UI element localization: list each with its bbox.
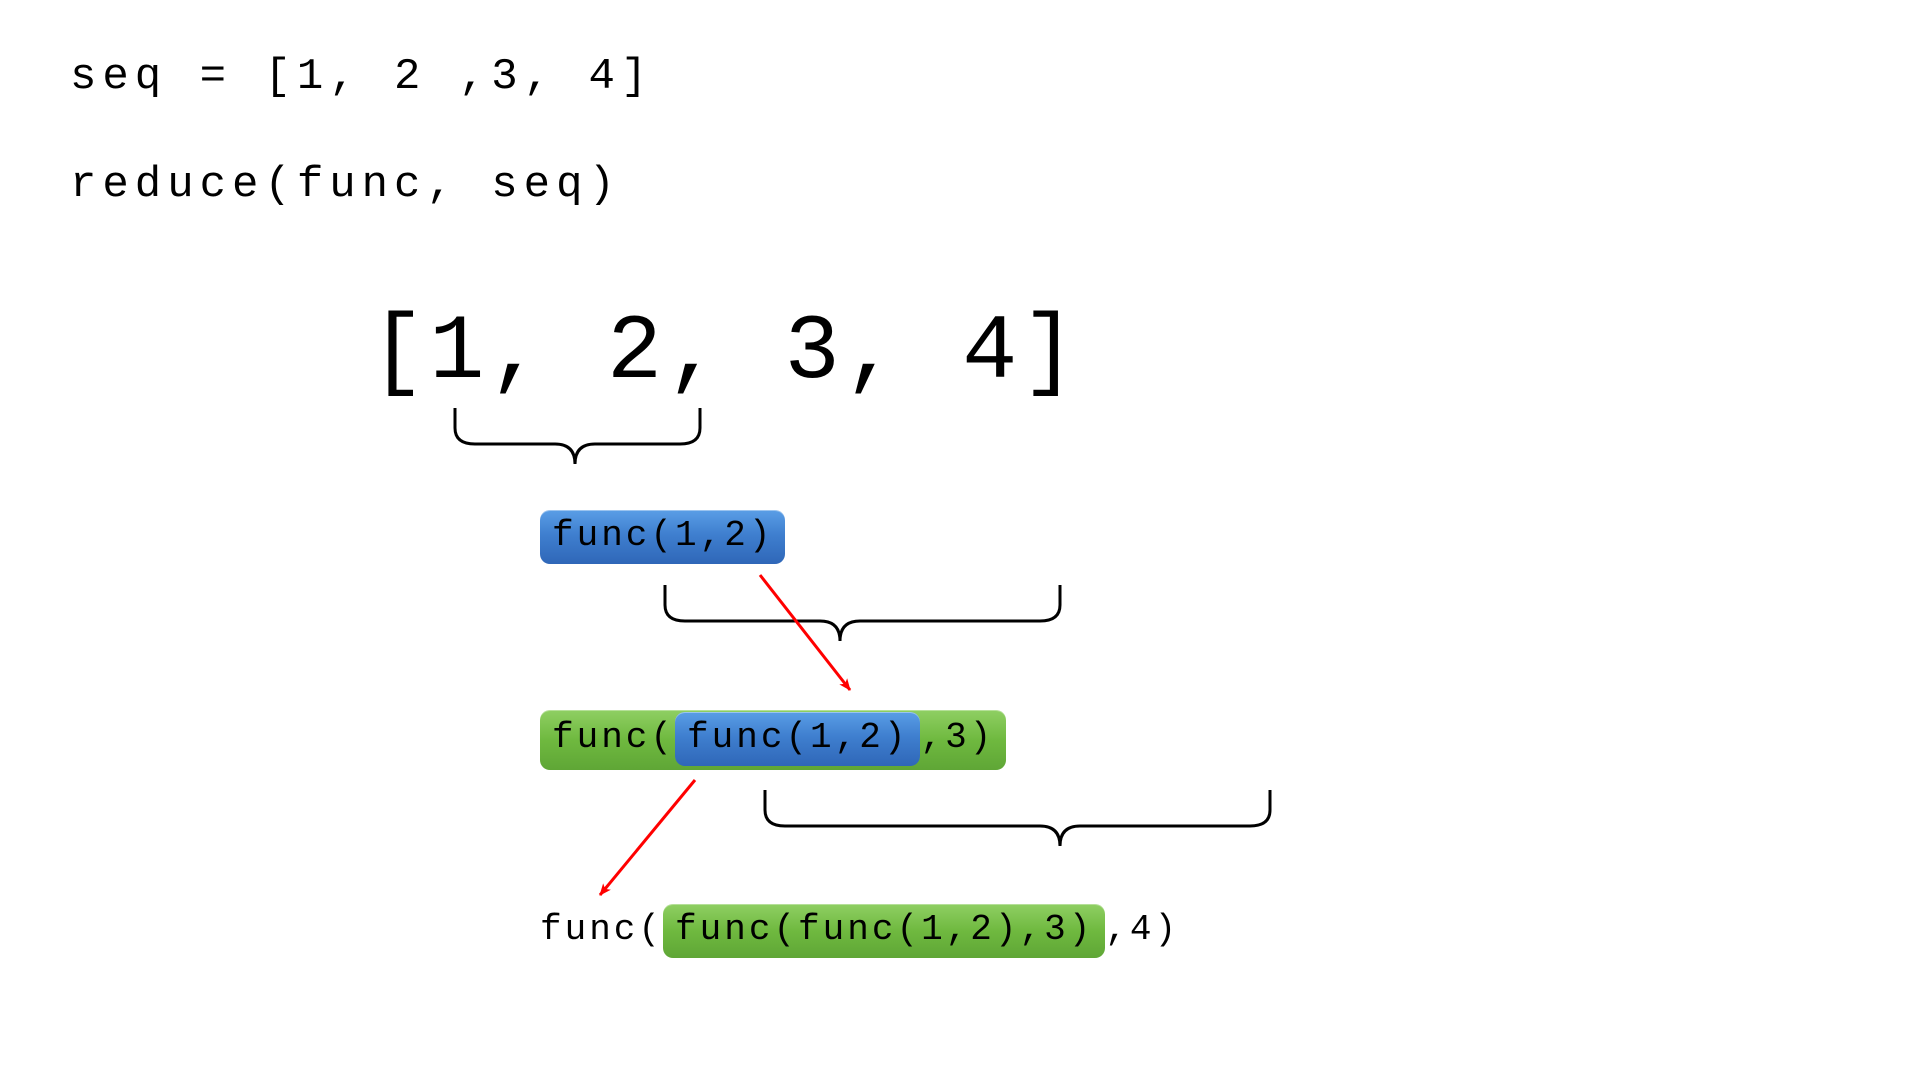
arrow-2: [600, 780, 695, 895]
code-line-reduce: reduce(func, seq): [70, 160, 621, 210]
sequence-display: [1, 2, 3, 4]: [370, 300, 1081, 405]
step2-pill-blue: func(1,2): [675, 712, 920, 766]
step3-suffix: ,4): [1105, 909, 1179, 950]
arrow-1: [760, 575, 850, 690]
brace-2: [665, 585, 1060, 641]
code-line-seq: seq = [1, 2 ,3, 4]: [70, 52, 653, 102]
step1-pill-blue: func(1,2): [540, 510, 785, 564]
step2-suffix: ,3): [920, 717, 994, 758]
brace-3: [765, 790, 1270, 846]
step2-expression: func(func(1,2),3): [540, 710, 1006, 770]
brace-1: [455, 408, 700, 464]
step1-expression: func(1,2): [540, 510, 785, 564]
step2-prefix: func(: [552, 717, 675, 758]
diagram-stage: seq = [1, 2 ,3, 4] reduce(func, seq) [1,…: [0, 0, 1920, 1080]
step3-expression: func(func(func(1,2),3),4): [540, 910, 1179, 952]
step2-pill-green: func(func(1,2),3): [540, 710, 1006, 770]
step3-prefix: func(: [540, 909, 663, 950]
step3-pill-green: func(func(1,2),3): [663, 904, 1105, 958]
